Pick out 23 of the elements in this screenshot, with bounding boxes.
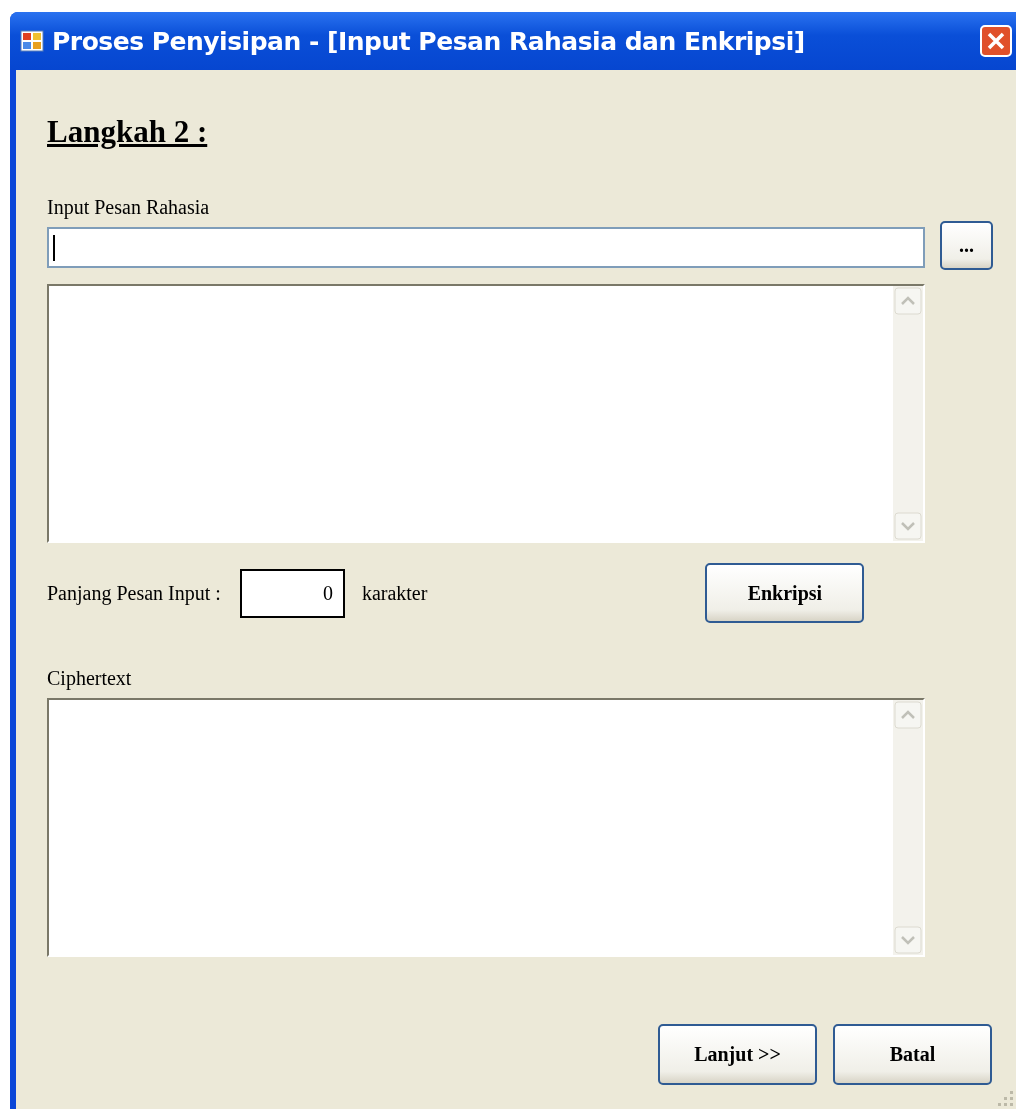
scroll-down-icon[interactable] — [893, 925, 923, 955]
next-button[interactable]: Lanjut >> — [658, 1024, 817, 1085]
scroll-up-icon[interactable] — [893, 700, 923, 730]
text-area[interactable] — [47, 698, 925, 957]
field-label: Input Pesan Rahasia — [47, 196, 210, 218]
scroll-up-icon[interactable] — [893, 286, 923, 316]
app-icon — [20, 30, 44, 52]
unit-label: karakter — [361, 581, 428, 604]
scroll-down-icon[interactable] — [893, 511, 923, 541]
resize-grip-icon[interactable] — [998, 1091, 1014, 1107]
encrypt-button[interactable]: Enkripsi — [705, 563, 865, 623]
length-value-field: 0 — [239, 568, 345, 618]
window-title: Proses Penyisipan - [Input Pesan Rahasia dan Enkripsi] — [52, 26, 806, 56]
text-area[interactable] — [47, 284, 925, 543]
field-label: Panjang Pesan Input : — [47, 581, 221, 604]
close-icon[interactable] — [980, 25, 1012, 57]
scrollbar[interactable] — [893, 286, 923, 541]
scrollbar[interactable] — [893, 700, 923, 955]
cancel-button[interactable]: Batal — [833, 1024, 992, 1085]
browse-button[interactable]: ... — [940, 221, 993, 270]
message-input[interactable] — [47, 227, 925, 268]
step-heading: Langkah 2 : — [47, 114, 208, 150]
field-label: Ciphertext — [47, 667, 132, 689]
